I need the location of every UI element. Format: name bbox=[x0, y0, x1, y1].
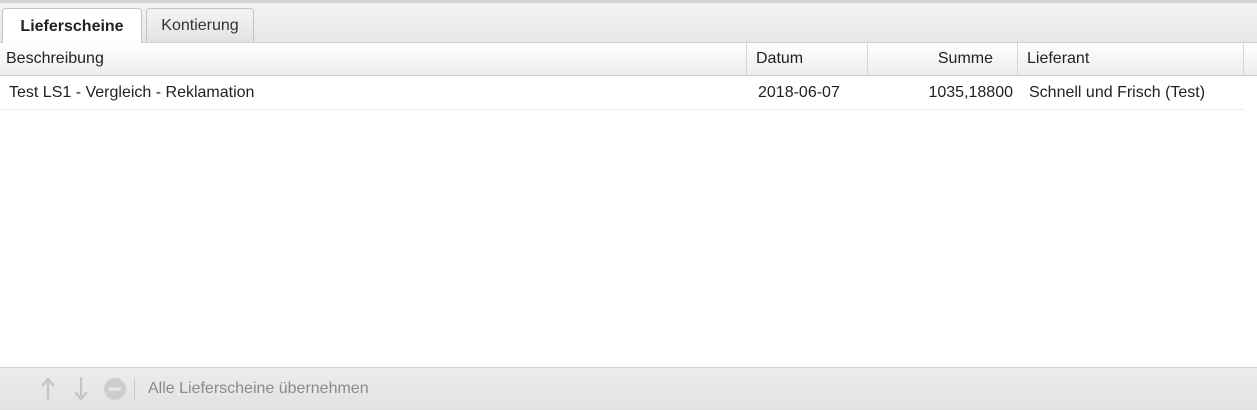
cell-datum: 2018-06-07 bbox=[758, 83, 840, 101]
tab-label: Kontierung bbox=[161, 16, 239, 34]
arrow-up-icon bbox=[41, 377, 55, 401]
column-header-summe[interactable]: Summe bbox=[868, 43, 1018, 75]
column-header-beschreibung[interactable]: Beschreibung bbox=[0, 43, 747, 75]
remove-icon bbox=[104, 378, 126, 400]
tab-strip: Lieferscheine Kontierung bbox=[0, 0, 1257, 44]
tab-lieferscheine[interactable]: Lieferscheine bbox=[2, 8, 142, 44]
tab-kontierung[interactable]: Kontierung bbox=[146, 8, 254, 42]
cell-summe: 1035,18800 bbox=[928, 83, 1013, 101]
column-header-lieferant[interactable]: Lieferant bbox=[1018, 43, 1244, 75]
column-header-label: Summe bbox=[937, 50, 993, 67]
column-header-label: Datum bbox=[756, 50, 804, 67]
move-down-button[interactable] bbox=[68, 376, 94, 402]
grid-header: Beschreibung Datum Summe Lieferant bbox=[0, 43, 1257, 76]
column-header-label: Beschreibung bbox=[6, 50, 104, 67]
remove-button[interactable] bbox=[102, 376, 128, 402]
accept-all-button[interactable]: Alle Lieferscheine übernehmen bbox=[148, 368, 369, 410]
column-header-label: Lieferant bbox=[1027, 50, 1090, 67]
move-up-button[interactable] bbox=[35, 376, 61, 402]
toolbar-separator bbox=[134, 379, 135, 400]
table-row[interactable]: Test LS1 - Vergleich - Reklamation 2018-… bbox=[0, 76, 1244, 110]
cell-lieferant: Schnell und Frisch (Test) bbox=[1029, 83, 1206, 101]
bottom-toolbar: Alle Lieferscheine übernehmen bbox=[0, 367, 1257, 410]
tab-label: Lieferscheine bbox=[20, 17, 124, 35]
arrow-down-icon bbox=[74, 377, 88, 401]
column-header-datum[interactable]: Datum bbox=[747, 43, 868, 75]
cell-beschreibung: Test LS1 - Vergleich - Reklamation bbox=[9, 83, 255, 101]
app-window: Lieferscheine Kontierung Beschreibung Da… bbox=[0, 0, 1257, 410]
